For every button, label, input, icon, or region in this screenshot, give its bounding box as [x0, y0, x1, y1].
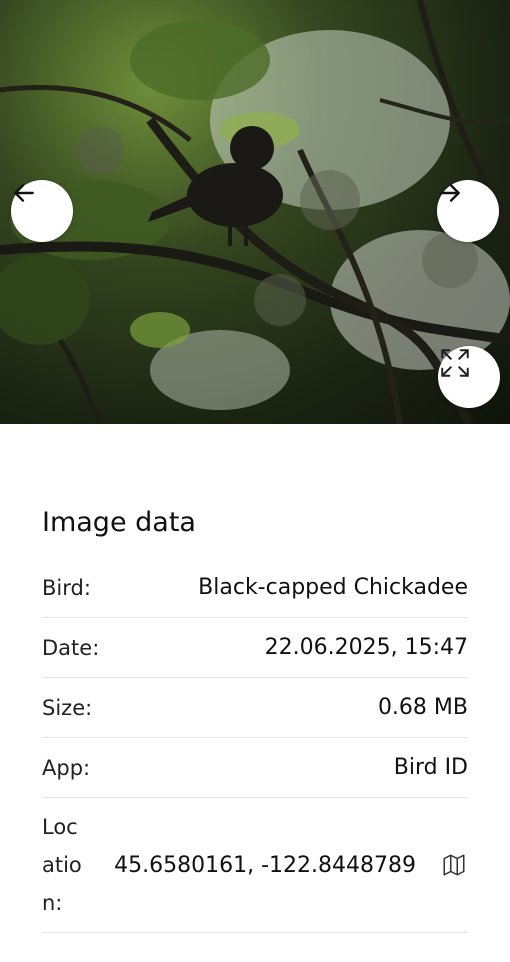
arrow-right-icon [440, 184, 460, 202]
date-value: 22.06.2025, 15:47 [264, 635, 468, 660]
map-icon [443, 854, 465, 876]
app-value: Bird ID [393, 755, 468, 780]
app-label: App: [42, 755, 91, 780]
previous-image-button[interactable] [11, 180, 73, 242]
info-row-bird: Bird: Black-capped Chickadee [42, 558, 468, 618]
date-label: Date: [42, 635, 100, 660]
info-row-location: Location: 45.6580161, -122.8448789 [42, 798, 468, 933]
location-value: 45.6580161, -122.8448789 [114, 852, 416, 878]
photo-scene [0, 0, 510, 424]
fullscreen-button[interactable] [438, 346, 500, 408]
bird-label: Bird: [42, 575, 91, 600]
image-data-section: Image data Bird: Black-capped Chickadee … [42, 500, 468, 933]
bird-photo [0, 0, 510, 424]
fullscreen-icon [441, 349, 469, 377]
arrow-left-icon [14, 184, 34, 202]
open-map-button[interactable] [440, 851, 468, 879]
bird-value: Black-capped Chickadee [198, 575, 468, 600]
size-label: Size: [42, 695, 93, 720]
size-value: 0.68 MB [377, 695, 468, 720]
info-row-date: Date: 22.06.2025, 15:47 [42, 618, 468, 678]
location-label: Location: [42, 815, 82, 915]
next-image-button[interactable] [437, 180, 499, 242]
section-title: Image data [42, 507, 196, 538]
info-row-app: App: Bird ID [42, 738, 468, 798]
info-row-size: Size: 0.68 MB [42, 678, 468, 738]
